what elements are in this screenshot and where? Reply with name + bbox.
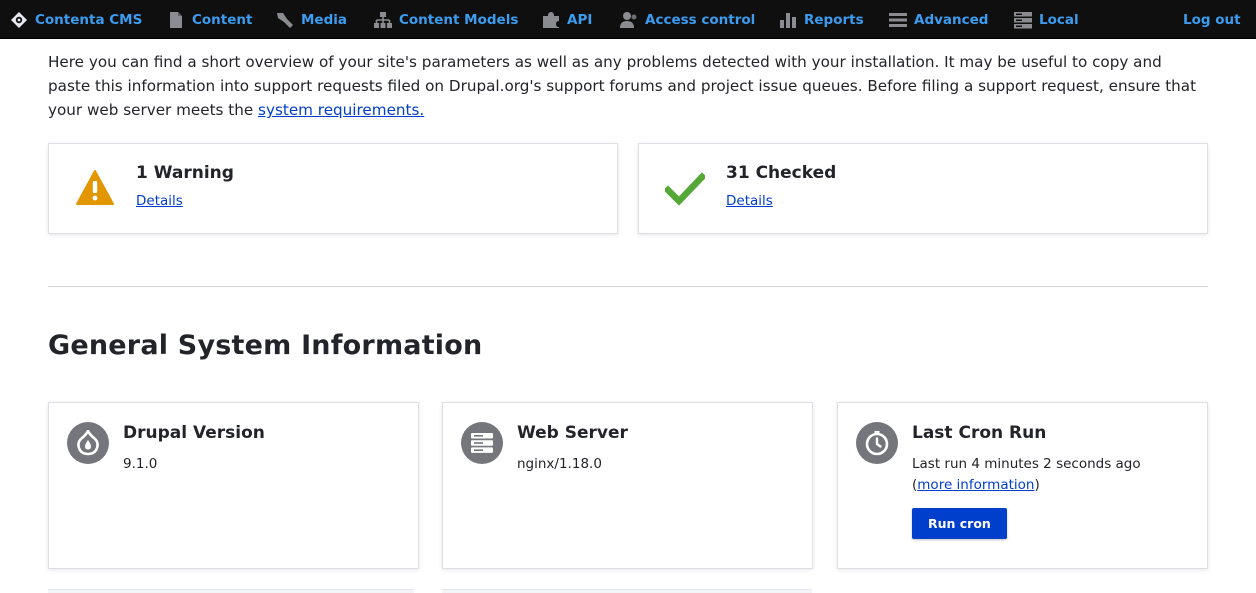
web-server-title: Web Server <box>517 423 628 443</box>
more-information-link[interactable]: more information <box>917 477 1034 493</box>
toolbar-site-label: Contenta CMS <box>35 11 143 28</box>
last-cron-run-card: Last Cron Run Last run 4 minutes 2 secon… <box>837 402 1208 569</box>
puzzle-icon <box>541 10 561 30</box>
intro-paragraph: Here you can find a short overview of yo… <box>48 50 1208 122</box>
drupal-version-value: 9.1.0 <box>123 456 158 472</box>
warning-status-card: 1 Warning Details <box>48 143 618 234</box>
toolbar-item-label: Access control <box>645 11 756 28</box>
clock-icon <box>856 422 898 464</box>
last-cron-run-value: Last run 4 minutes 2 seconds ago <box>912 456 1141 472</box>
server-icon <box>1013 10 1033 30</box>
logout-link[interactable]: Log out <box>1183 0 1241 39</box>
toolbar-item-reports[interactable]: Reports <box>778 0 864 39</box>
toolbar-item-access-control[interactable]: Access control <box>619 0 755 39</box>
toolbar-item-label: Content <box>192 11 253 28</box>
paren-close: ) <box>1034 477 1040 493</box>
toolbar-site-link[interactable]: Contenta CMS <box>9 0 142 39</box>
toolbar-item-media[interactable]: Media <box>275 0 347 39</box>
warning-count-title: 1 Warning <box>136 163 234 183</box>
checkmark-icon <box>663 168 707 208</box>
system-requirements-link[interactable]: system requirements. <box>258 101 424 119</box>
web-server-value: nginx/1.18.0 <box>517 456 602 472</box>
sitemap-icon <box>373 10 393 30</box>
run-cron-button[interactable]: Run cron <box>912 508 1007 539</box>
server-icon <box>461 422 503 464</box>
toolbar-item-label: Reports <box>804 11 864 28</box>
toolbar-item-label: Media <box>301 11 347 28</box>
checked-details-link[interactable]: Details <box>726 193 773 209</box>
bar-chart-icon <box>778 10 798 30</box>
next-card-edge <box>48 589 414 593</box>
toolbar-item-api[interactable]: API <box>541 0 592 39</box>
toolbar-item-advanced[interactable]: Advanced <box>888 0 988 39</box>
checked-status-card: 31 Checked Details <box>638 143 1208 234</box>
toolbar-item-label: API <box>567 11 593 28</box>
last-cron-run-title: Last Cron Run <box>912 423 1047 443</box>
menu-icon <box>888 10 908 30</box>
warning-icon <box>75 168 115 208</box>
toolbar-item-label: Content Models <box>399 11 519 28</box>
toolbar-item-content[interactable]: Content <box>166 0 252 39</box>
admin-toolbar: Contenta CMS Content Media Content Model… <box>0 0 1256 39</box>
logout-label: Log out <box>1183 11 1241 28</box>
warning-details-link[interactable]: Details <box>136 193 183 209</box>
toolbar-item-label: Advanced <box>914 11 989 28</box>
section-divider <box>48 286 1208 287</box>
checked-count-title: 31 Checked <box>726 163 837 183</box>
toolbar-item-local[interactable]: Local <box>1013 0 1079 39</box>
drupal-drop-icon <box>67 422 109 464</box>
next-card-edge <box>442 589 812 593</box>
toolbar-item-label: Local <box>1039 11 1079 28</box>
file-icon <box>166 10 186 30</box>
drupal-version-title: Drupal Version <box>123 423 265 443</box>
web-server-card: Web Server nginx/1.18.0 <box>442 402 813 569</box>
general-system-information-heading: General System Information <box>48 330 483 361</box>
drupal-version-card: Drupal Version 9.1.0 <box>48 402 419 569</box>
intro-text: Here you can find a short overview of yo… <box>48 53 1197 119</box>
cron-more-information: (more information) <box>912 477 1040 493</box>
people-icon <box>619 10 639 30</box>
drupal-logo-icon <box>9 10 29 30</box>
wrench-icon <box>275 10 295 30</box>
toolbar-item-content-models[interactable]: Content Models <box>373 0 518 39</box>
